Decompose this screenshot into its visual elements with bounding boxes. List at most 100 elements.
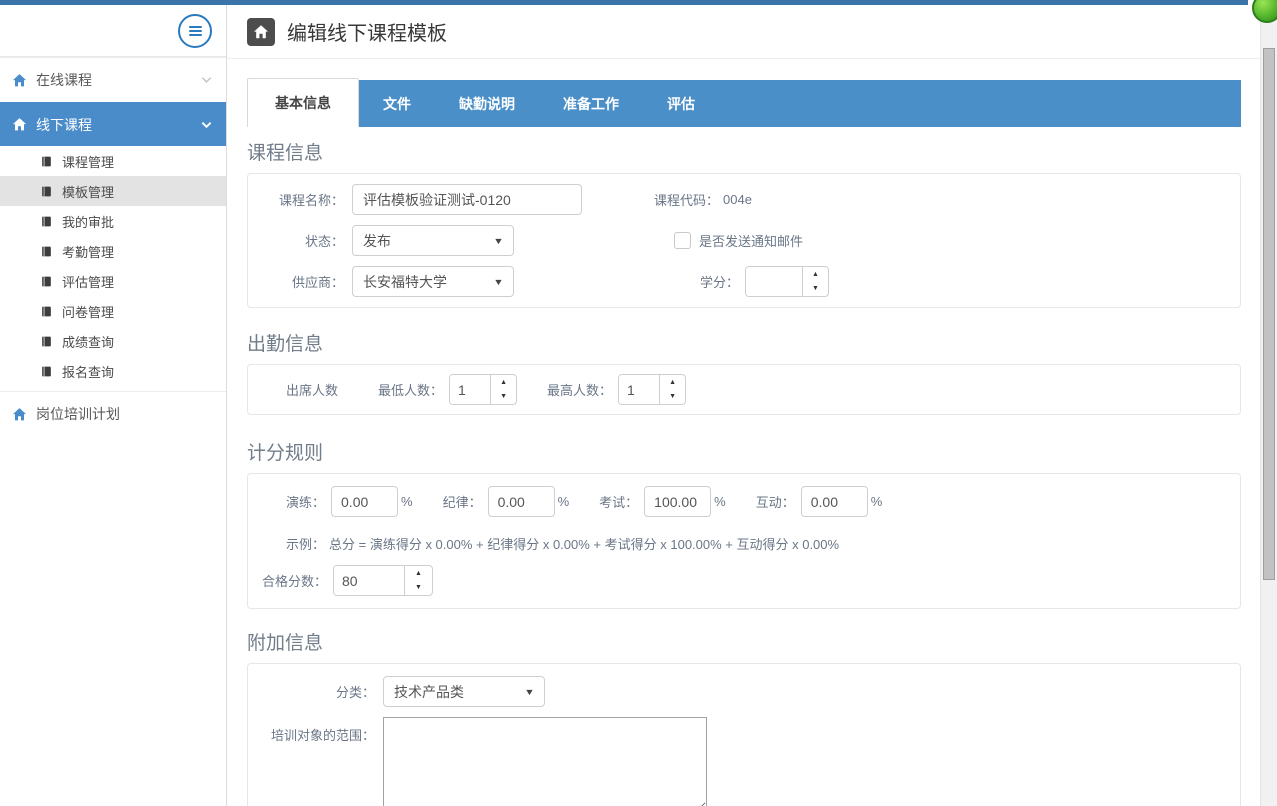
attendee-count-label: 出席人数 [286, 380, 338, 399]
category-label: 分类： [262, 682, 375, 701]
sidebar-item-questionnaire-management[interactable]: 问卷管理 [0, 296, 226, 326]
submenu-label: 我的审批 [62, 212, 114, 231]
stepper-up-icon[interactable]: ▲ [405, 566, 432, 581]
tab-files[interactable]: 文件 [359, 80, 435, 127]
sidebar-item-offline-courses[interactable]: 线下课程 [0, 102, 226, 146]
drill-percent-input[interactable] [331, 486, 398, 517]
caret-down-icon: ▼ [493, 277, 504, 287]
panel-course-info: 课程名称： 课程代码： 004e 状态： 发布 ▼ 是否发送通知邮件 [247, 173, 1241, 308]
book-icon [40, 245, 53, 258]
panel-attendance: 出席人数 最低人数： ▲ ▼ 最高人数： [247, 364, 1241, 415]
sidebar-header [0, 5, 226, 57]
course-code-label: 课程代码： [654, 190, 719, 209]
score-group-exam: 考试： % [599, 486, 726, 517]
page-scrollbar[interactable] [1260, 0, 1277, 806]
section-title-course-info: 课程信息 [247, 143, 1241, 165]
max-people-stepper: ▲ ▼ [618, 374, 686, 405]
chevron-down-icon [201, 121, 212, 129]
home-icon [247, 18, 275, 46]
notify-email-label: 是否发送通知邮件 [699, 231, 803, 250]
max-people-label: 最高人数： [547, 380, 612, 399]
status-select[interactable]: 发布 ▼ [352, 225, 514, 256]
stepper-up-icon[interactable]: ▲ [803, 267, 828, 282]
max-people-input[interactable] [619, 375, 659, 404]
submenu-label: 问卷管理 [62, 302, 114, 321]
book-icon [40, 215, 53, 228]
stepper-up-icon[interactable]: ▲ [660, 375, 685, 390]
sidebar-item-label: 线下课程 [36, 115, 92, 135]
tab-basic-info[interactable]: 基本信息 [247, 78, 359, 127]
score-group-interaction: 互动： % [756, 486, 883, 517]
status-label: 状态： [262, 231, 344, 250]
stepper-down-icon[interactable]: ▼ [660, 390, 685, 405]
supplier-select[interactable]: 长安福特大学 ▼ [352, 266, 514, 297]
score-group-drill: 演练： % [286, 486, 413, 517]
course-code-value: 004e [723, 192, 752, 207]
example-label: 示例： [286, 534, 325, 552]
sidebar-item-registration-query[interactable]: 报名查询 [0, 356, 226, 386]
category-select[interactable]: 技术产品类 ▼ [383, 676, 545, 707]
section-title-scoring: 计分规则 [247, 443, 1241, 465]
tab-preparation[interactable]: 准备工作 [539, 80, 643, 127]
tab-evaluation[interactable]: 评估 [643, 80, 719, 127]
caret-down-icon: ▼ [524, 687, 535, 697]
pass-score-label: 合格分数： [262, 571, 327, 590]
submenu-label: 模板管理 [62, 182, 114, 201]
course-name-input[interactable] [352, 184, 582, 215]
page-title: 编辑线下课程模板 [287, 17, 447, 46]
section-title-additional: 附加信息 [247, 633, 1241, 655]
training-audience-label: 培训对象的范围： [262, 717, 375, 744]
stepper-down-icon[interactable]: ▼ [491, 390, 516, 405]
chevron-down-icon [201, 76, 212, 84]
sidebar-item-assessment-management[interactable]: 评估管理 [0, 266, 226, 296]
sidebar-item-online-courses[interactable]: 在线课程 [0, 57, 226, 102]
page-header: 编辑线下课程模板 [227, 5, 1260, 59]
training-audience-textarea[interactable] [383, 717, 707, 806]
drill-label: 演练： [286, 492, 325, 511]
submenu-label: 报名查询 [62, 362, 114, 381]
discipline-label: 纪律： [443, 492, 482, 511]
sidebar-toggle-button[interactable] [178, 14, 212, 48]
pass-score-input[interactable] [334, 566, 404, 595]
sidebar-item-my-approvals[interactable]: 我的审批 [0, 206, 226, 236]
sidebar-item-job-training-plan[interactable]: 岗位培训计划 [0, 392, 226, 436]
percent-sign: % [401, 494, 413, 509]
section-title-attendance: 出勤信息 [247, 334, 1241, 356]
submenu-label: 成绩查询 [62, 332, 114, 351]
example-formula: 总分 = 演练得分 x 0.00% + 纪律得分 x 0.00% + 考试得分 … [329, 534, 839, 552]
percent-sign: % [871, 494, 883, 509]
credit-stepper: ▲ ▼ [745, 266, 829, 297]
app-window: 在线课程 线下课程 课程管理 模板管理 [0, 0, 1277, 806]
submenu-label: 考勤管理 [62, 242, 114, 261]
min-people-stepper: ▲ ▼ [449, 374, 517, 405]
book-icon [40, 155, 53, 168]
sidebar-item-course-management[interactable]: 课程管理 [0, 146, 226, 176]
notify-email-checkbox[interactable] [674, 232, 691, 249]
credit-input[interactable] [746, 267, 802, 296]
exam-percent-input[interactable] [644, 486, 711, 517]
main-area: 编辑线下课程模板 基本信息 文件 缺勤说明 准备工作 评估 课程信息 课程名称： [227, 5, 1260, 806]
content: 基本信息 文件 缺勤说明 准备工作 评估 课程信息 课程名称： 课程代码： 00… [227, 59, 1260, 806]
panel-additional: 分类： 技术产品类 ▼ 培训对象的范围： [247, 663, 1241, 806]
interaction-percent-input[interactable] [801, 486, 868, 517]
stepper-down-icon[interactable]: ▼ [803, 282, 828, 297]
exam-label: 考试： [599, 492, 638, 511]
sidebar-item-attendance-management[interactable]: 考勤管理 [0, 236, 226, 266]
discipline-percent-input[interactable] [488, 486, 555, 517]
sidebar-item-template-management[interactable]: 模板管理 [0, 176, 226, 206]
min-people-input[interactable] [450, 375, 490, 404]
tab-absence-notes[interactable]: 缺勤说明 [435, 80, 539, 127]
book-icon [40, 275, 53, 288]
stepper-down-icon[interactable]: ▼ [405, 581, 432, 596]
home-icon [12, 407, 27, 422]
book-icon [40, 185, 53, 198]
stepper-up-icon[interactable]: ▲ [491, 375, 516, 390]
scrollbar-thumb[interactable] [1263, 48, 1275, 580]
credit-label: 学分： [700, 272, 739, 291]
tab-bar: 基本信息 文件 缺勤说明 准备工作 评估 [247, 80, 1241, 127]
sidebar-item-score-query[interactable]: 成绩查询 [0, 326, 226, 356]
status-selected-value: 发布 [363, 231, 391, 251]
hamburger-icon [189, 26, 202, 28]
supplier-label: 供应商： [262, 272, 344, 291]
min-people-label: 最低人数： [378, 380, 443, 399]
